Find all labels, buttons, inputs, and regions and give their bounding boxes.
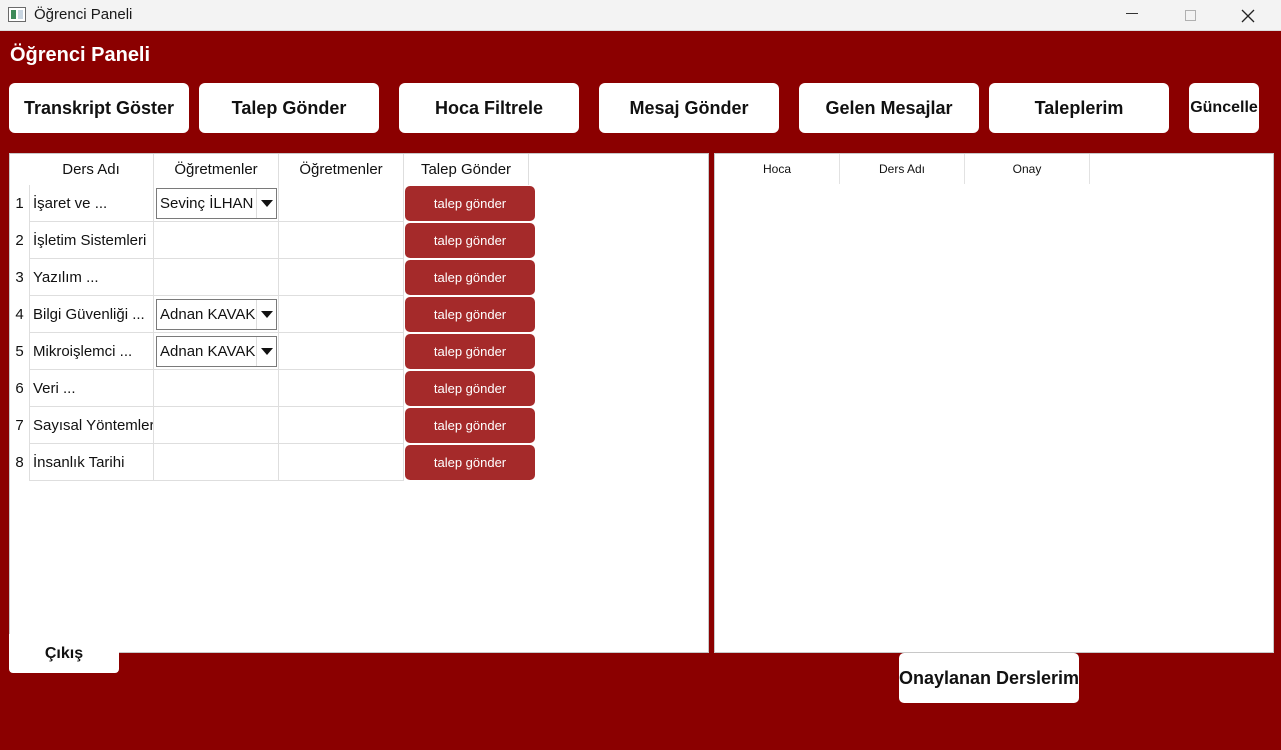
column-header-teachers[interactable]: Öğretmenler [154,154,279,185]
row-number: 2 [15,232,24,249]
row-number: 3 [15,269,24,286]
row-number-header [10,154,29,185]
chevron-down-icon[interactable] [256,337,276,366]
teacher-cell-2[interactable] [279,444,404,481]
window-title: Öğrenci Paneli [34,6,133,23]
teacher-cell[interactable]: Adnan KAVAK [154,296,279,333]
send-request-row-button[interactable]: talep gönder [405,297,535,332]
course-name-cell[interactable]: İnsanlık Tarihi [29,444,154,481]
courses-table: Ders Adı Öğretmenler Öğretmenler Talep G… [9,153,709,653]
refresh-button[interactable]: Güncelle [1189,83,1259,133]
send-request-row-button[interactable]: talep gönder [405,260,535,295]
column-header-teacher[interactable]: Hoca [715,154,840,184]
teacher-cell[interactable] [154,407,279,444]
teacher-cell-2[interactable] [279,222,404,259]
transcript-button[interactable]: Transkript Göster [9,83,189,133]
column-header-teachers-2[interactable]: Öğretmenler [279,154,404,185]
incoming-messages-button[interactable]: Gelen Mesajlar [799,83,979,133]
send-request-button[interactable]: Talep Gönder [199,83,379,133]
teacher-select[interactable]: Adnan KAVAK [156,299,277,330]
send-request-row-button[interactable]: talep gönder [405,186,535,221]
course-name-cell[interactable]: İşletim Sistemleri [29,222,154,259]
my-requests-button[interactable]: Taleplerim [989,83,1169,133]
column-header-approval[interactable]: Onay [965,154,1090,184]
teacher-cell[interactable] [154,370,279,407]
table-row: 1 İşaret ve ... Sevinç İLHAN O talep gönder [10,185,708,222]
send-request-row-button[interactable]: talep gönder [405,445,535,480]
course-name-cell[interactable]: Mikroişlemci ... [29,333,154,370]
teacher-cell[interactable] [154,444,279,481]
teacher-cell-2[interactable] [279,296,404,333]
column-header-send-request[interactable]: Talep Gönder [404,154,529,185]
row-number: 7 [15,417,24,434]
course-name-cell[interactable]: Veri ... [29,370,154,407]
teacher-cell[interactable] [154,259,279,296]
table-row: 7 Sayısal Yöntemler talep gönder [10,407,708,444]
chevron-down-icon[interactable] [256,189,276,218]
app-icon [8,7,26,22]
row-number: 6 [15,380,24,397]
close-button[interactable] [1219,0,1277,31]
teacher-cell-2[interactable] [279,370,404,407]
send-request-row-button[interactable]: talep gönder [405,223,535,258]
teacher-cell-2[interactable] [279,259,404,296]
teacher-select[interactable]: Adnan KAVAK [156,336,277,367]
table-row: 5 Mikroişlemci ... Adnan KAVAK talep gönder [10,333,708,370]
teacher-cell-2[interactable] [279,185,404,222]
window-titlebar: Öğrenci Paneli [0,0,1281,31]
table-row: 4 Bilgi Güvenliği ... Adnan KAVAK talep gön… [10,296,708,333]
teacher-cell[interactable]: Sevinç İLHAN O [154,185,279,222]
teacher-cell-2[interactable] [279,333,404,370]
send-message-button[interactable]: Mesaj Gönder [599,83,779,133]
exit-button[interactable]: Çıkış [9,634,119,673]
maximize-button[interactable] [1161,0,1219,31]
requests-table: Hoca Ders Adı Onay [714,153,1274,653]
page-title: Öğrenci Paneli [10,44,151,66]
send-request-row-button[interactable]: talep gönder [405,371,535,406]
row-number: 4 [15,306,24,323]
row-number: 8 [15,454,24,471]
minimize-icon [1126,13,1138,14]
course-name-cell[interactable]: Sayısal Yöntemler [29,407,154,444]
course-name-cell[interactable]: Bilgi Güvenliği ... [29,296,154,333]
column-header-course[interactable]: Ders Adı [29,154,154,185]
row-number: 5 [15,343,24,360]
table-row: 2 İşletim Sistemleri talep gönder [10,222,708,259]
send-request-row-button[interactable]: talep gönder [405,408,535,443]
chevron-down-icon[interactable] [256,300,276,329]
teacher-cell-2[interactable] [279,407,404,444]
course-name-cell[interactable]: Yazılım ... [29,259,154,296]
minimize-button[interactable] [1103,0,1161,31]
table-row: 6 Veri ... talep gönder [10,370,708,407]
close-icon [1241,9,1255,22]
teacher-cell[interactable]: Adnan KAVAK [154,333,279,370]
send-request-row-button[interactable]: talep gönder [405,334,535,369]
filter-teacher-button[interactable]: Hoca Filtrele [399,83,579,133]
teacher-cell[interactable] [154,222,279,259]
maximize-icon [1184,10,1196,21]
column-header-course-name[interactable]: Ders Adı [840,154,965,184]
table-row: 3 Yazılım ... talep gönder [10,259,708,296]
course-name-cell[interactable]: İşaret ve ... [29,185,154,222]
teacher-select[interactable]: Sevinç İLHAN O [156,188,277,219]
row-number: 1 [15,195,24,212]
approved-courses-button[interactable]: Onaylanan Derslerim [899,653,1079,703]
table-row: 8 İnsanlık Tarihi talep gönder [10,444,708,481]
